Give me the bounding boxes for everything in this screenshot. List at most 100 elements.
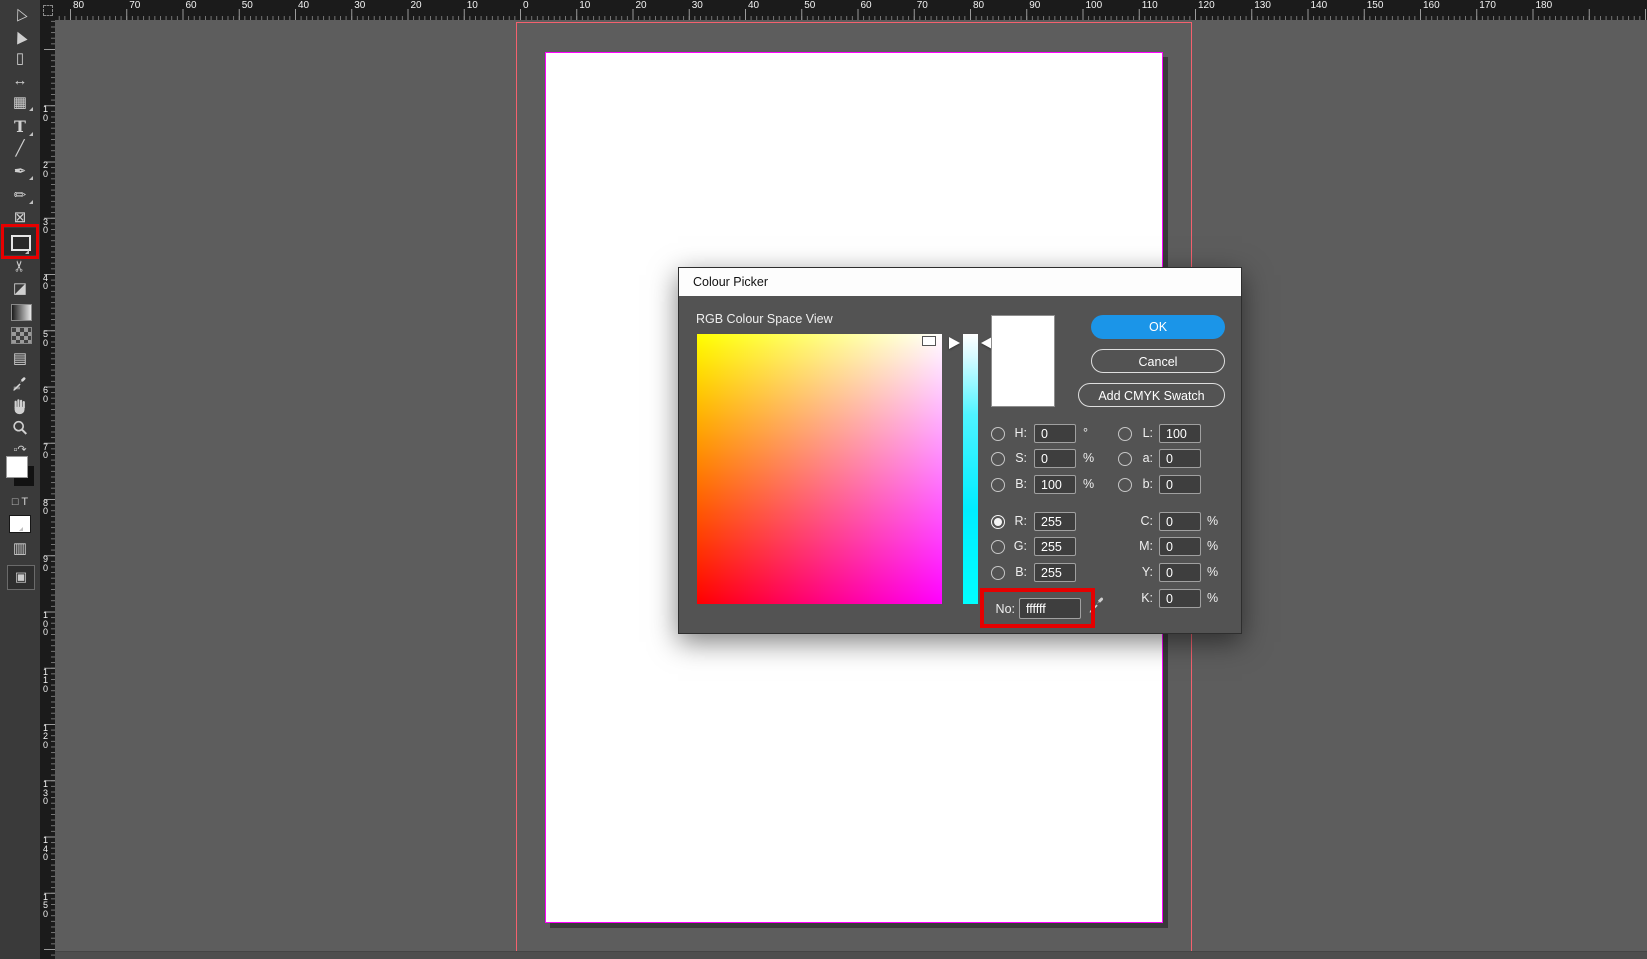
- input-c[interactable]: [1159, 512, 1201, 531]
- dialog-title: Colour Picker: [693, 275, 768, 289]
- v-ruler-label: 5 0: [43, 330, 48, 347]
- ruler-origin-box[interactable]: [40, 0, 55, 20]
- h-ruler-label: 10: [467, 1, 478, 11]
- field-row-m: M: %: [679, 537, 1241, 557]
- horizontal-scrollbar[interactable]: [55, 951, 1647, 959]
- h-ruler-label: 20: [411, 1, 422, 11]
- pattern-tool-icon[interactable]: [11, 327, 32, 344]
- input-m[interactable]: [1159, 537, 1201, 556]
- field-row-y: Y: %: [679, 563, 1241, 583]
- v-ruler-label: 1 3 0: [43, 780, 48, 806]
- measure-icon[interactable]: ↔: [0, 72, 40, 90]
- hex-field-row: No:: [679, 598, 1241, 618]
- h-ruler-label: 60: [861, 1, 872, 11]
- v-ruler-label: 1 4 0: [43, 836, 48, 862]
- pen-tool-icon[interactable]: ✒: [0, 163, 40, 181]
- magnifier-glyph: [11, 419, 29, 437]
- input-lab-b[interactable]: [1159, 475, 1201, 494]
- add-cmyk-swatch-button[interactable]: Add CMYK Swatch: [1078, 383, 1225, 407]
- hex-input[interactable]: [1019, 598, 1081, 619]
- hand-tool-icon[interactable]: [0, 397, 40, 420]
- h-ruler-label: 50: [242, 1, 253, 11]
- label-c: C:: [1115, 514, 1153, 528]
- unit-c: %: [1207, 514, 1218, 528]
- dialog-titlebar[interactable]: Colour Picker: [679, 268, 1241, 296]
- v-ruler-label: 1 1 0: [43, 668, 48, 694]
- hand-glyph: [11, 397, 29, 415]
- h-ruler-label: 170: [1479, 1, 1496, 11]
- stroke-text-icon[interactable]: □ T: [0, 493, 40, 511]
- scissors-icon[interactable]: ✂: [0, 257, 40, 275]
- rectangle-tool-icon[interactable]: [3, 228, 36, 255]
- line-tool-icon[interactable]: ╱: [0, 140, 40, 158]
- h-ruler-label: 30: [354, 1, 365, 11]
- ok-button[interactable]: OK: [1091, 315, 1225, 339]
- colour-picker-dialog: Colour Picker RGB Colour Space View OK C…: [678, 267, 1242, 634]
- eyedropper-glyph: [11, 374, 29, 392]
- h-ruler-label: 90: [1029, 1, 1040, 11]
- h-ruler-label: 0: [523, 1, 529, 11]
- h-ruler-label: 160: [1423, 1, 1440, 11]
- origin-icon: [43, 5, 53, 16]
- pencil-tool-icon[interactable]: ✏: [0, 187, 40, 205]
- swatch-icon[interactable]: [9, 515, 31, 533]
- v-ruler-label: 1 0: [43, 105, 48, 122]
- h-ruler-label: 50: [804, 1, 815, 11]
- fill-color-indicator[interactable]: [6, 456, 28, 478]
- slider-handle-left-icon[interactable]: [949, 337, 960, 349]
- left-toolbar: ▷ ▶ ▯ ↔ ▦ T ╱ ✒ ✏ ⊠ ✂ ◪ ▤ ▫↷ □ T ▥: [0, 0, 40, 959]
- placed-image-icon[interactable]: ▣: [7, 565, 35, 590]
- v-ruler-label: 7 0: [43, 443, 48, 460]
- h-ruler-label: 10: [579, 1, 590, 11]
- dash-style-icon[interactable]: ▥: [0, 540, 40, 558]
- v-ruler-label: 2 0: [43, 161, 48, 178]
- page-icon[interactable]: ▯: [0, 50, 40, 68]
- h-ruler-label: 140: [1311, 1, 1328, 11]
- v-ruler-label: 8 0: [43, 499, 48, 516]
- text-tool-icon[interactable]: T: [0, 118, 40, 137]
- eyedropper-tool-icon[interactable]: [0, 374, 40, 397]
- h-ruler-label: 130: [1254, 1, 1271, 11]
- label-m: M:: [1115, 539, 1153, 553]
- input-y[interactable]: [1159, 563, 1201, 582]
- dialog-eyedropper-icon[interactable]: [1087, 594, 1107, 614]
- h-ruler-label: 20: [636, 1, 647, 11]
- label-hex: No:: [991, 602, 1015, 616]
- note-icon[interactable]: ▤: [0, 350, 40, 368]
- v-ruler-label: 3 0: [43, 218, 48, 235]
- h-ruler-label: 120: [1198, 1, 1215, 11]
- select-icon[interactable]: ▶: [0, 28, 40, 46]
- image-frame-icon[interactable]: ▦: [0, 94, 40, 112]
- unit-y: %: [1207, 565, 1218, 579]
- unit-m: %: [1207, 539, 1218, 553]
- h-ruler-label: 70: [129, 1, 140, 11]
- h-ruler-label: 70: [917, 1, 928, 11]
- v-ruler-label: 1 2 0: [43, 724, 48, 750]
- vertical-ruler[interactable]: 1 02 03 04 05 06 07 08 09 01 0 01 1 01 2…: [40, 20, 55, 959]
- select-outline-icon[interactable]: ▷: [0, 5, 40, 23]
- transform-icon[interactable]: ◪: [0, 280, 40, 298]
- zoom-tool-icon[interactable]: [0, 419, 40, 442]
- gradient-tool-icon[interactable]: [11, 304, 32, 321]
- colour-preview-swatch: [991, 315, 1055, 407]
- gradient-selection-marker[interactable]: [922, 336, 936, 346]
- cancel-button[interactable]: Cancel: [1091, 349, 1225, 373]
- input-l[interactable]: [1159, 424, 1201, 443]
- frame-x-icon[interactable]: ⊠: [0, 209, 40, 227]
- rectangle-glyph: [11, 235, 31, 251]
- input-a[interactable]: [1159, 449, 1201, 468]
- label-y: Y:: [1115, 565, 1153, 579]
- v-ruler-label: 1 5 0: [43, 893, 48, 919]
- horizontal-ruler[interactable]: 8070605040302010010203040506070809010011…: [40, 0, 1647, 20]
- h-ruler-label: 40: [298, 1, 309, 11]
- h-ruler-label: 110: [1142, 1, 1158, 11]
- h-ruler-label: 80: [973, 1, 984, 11]
- v-ruler-label: 4 0: [43, 274, 48, 291]
- colour-space-label: RGB Colour Space View: [696, 312, 833, 326]
- v-ruler-label: 1 0 0: [43, 611, 48, 637]
- field-row-c: C: %: [679, 512, 1241, 532]
- v-ruler-label: 9 0: [43, 555, 48, 572]
- h-ruler-label: 150: [1367, 1, 1384, 11]
- label-l: L:: [1115, 426, 1153, 440]
- app-window: ▷ ▶ ▯ ↔ ▦ T ╱ ✒ ✏ ⊠ ✂ ◪ ▤ ▫↷ □ T ▥: [0, 0, 1647, 959]
